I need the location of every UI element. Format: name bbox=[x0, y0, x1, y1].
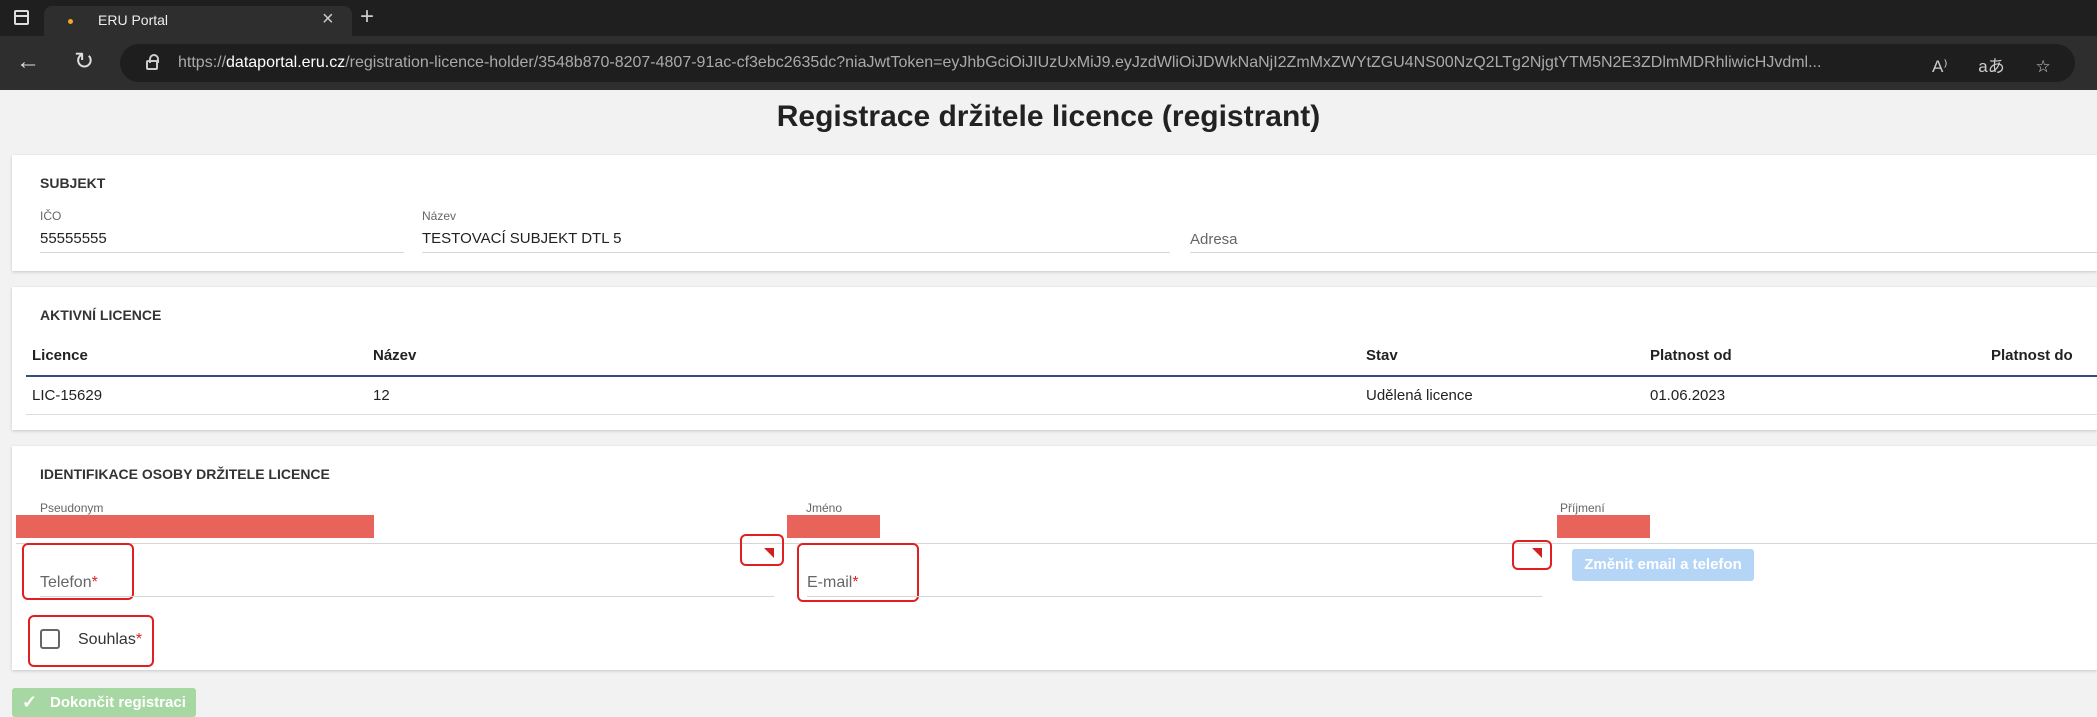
email-field[interactable]: E-mail* bbox=[807, 574, 859, 592]
phone-field[interactable]: Telefon* bbox=[40, 574, 98, 592]
subject-heading: SUBJEKT bbox=[40, 175, 106, 191]
phone-flag-icon bbox=[764, 548, 774, 558]
translate-icon[interactable]: aあ bbox=[1978, 57, 2004, 76]
back-icon[interactable]: ← bbox=[16, 50, 40, 74]
finish-registration-button[interactable]: ✓ Dokončit registraci bbox=[12, 688, 196, 717]
url-actions: A⁾ aあ ☆ bbox=[1932, 52, 2077, 77]
lock-icon[interactable] bbox=[146, 54, 159, 70]
first-name-redaction bbox=[787, 515, 880, 538]
tab-close-icon[interactable]: × bbox=[322, 9, 334, 29]
last-name-redaction bbox=[1557, 515, 1650, 538]
consent-checkbox[interactable] bbox=[40, 629, 60, 649]
phone-annotation-box bbox=[740, 534, 784, 566]
email-highlight bbox=[797, 543, 919, 602]
column-header-status[interactable]: Stav bbox=[1366, 347, 1398, 364]
check-icon: ✓ bbox=[22, 692, 38, 712]
tab-favicon-icon bbox=[68, 19, 73, 24]
phone-underline bbox=[40, 596, 774, 597]
column-header-valid-from[interactable]: Platnost od bbox=[1650, 347, 1732, 364]
finish-registration-label: Dokončit registraci bbox=[50, 694, 186, 711]
url-text[interactable]: https://dataportal.eru.cz/registration-l… bbox=[178, 54, 1821, 72]
address-underline bbox=[1190, 252, 2097, 253]
browser-tab[interactable]: ERU Portal × bbox=[44, 6, 352, 36]
licences-card: AKTIVNÍ LICENCE Licence Název Stav Platn… bbox=[12, 287, 2097, 430]
pseudonym-label: Pseudonym bbox=[40, 501, 104, 515]
address-bar: ← ↻ https://dataportal.eru.cz/registrati… bbox=[0, 36, 2097, 90]
licence-cell: LIC-15629 bbox=[32, 387, 103, 404]
pseudonym-redaction bbox=[16, 515, 374, 538]
address-label: Adresa bbox=[1190, 231, 1238, 248]
name-underline bbox=[422, 252, 1170, 253]
subject-card: SUBJEKT IČO 55555555 Název TESTOVACÍ SUB… bbox=[12, 155, 2097, 271]
identification-card: IDENTIFIKACE OSOBY DRŽITELE LICENCE bbox=[12, 446, 2097, 670]
tab-title: ERU Portal bbox=[98, 12, 169, 28]
identification-heading: IDENTIFIKACE OSOBY DRŽITELE LICENCE bbox=[40, 466, 330, 482]
column-header-name[interactable]: Název bbox=[373, 347, 416, 364]
table-row-divider bbox=[26, 414, 2097, 415]
ico-label: IČO bbox=[40, 209, 62, 223]
url-field[interactable]: https://dataportal.eru.cz/registration-l… bbox=[120, 44, 2075, 82]
names-underline bbox=[16, 543, 2097, 544]
favorites-icon[interactable]: ☆ bbox=[2035, 57, 2050, 76]
consent-label: Souhlas* bbox=[78, 631, 143, 648]
browser-tab-bar: ERU Portal × + bbox=[0, 0, 2097, 36]
ico-value: 55555555 bbox=[40, 230, 107, 247]
licence-valid-from-cell: 01.06.2023 bbox=[1650, 387, 1726, 404]
name-value: TESTOVACÍ SUBJEKT DTL 5 bbox=[422, 230, 622, 247]
name-label: Název bbox=[422, 209, 457, 223]
ico-underline bbox=[40, 252, 404, 253]
change-email-phone-button[interactable]: Změnit email a telefon bbox=[1572, 549, 1754, 581]
refresh-icon[interactable]: ↻ bbox=[74, 50, 94, 74]
tab-actions-icon[interactable] bbox=[14, 10, 29, 25]
read-aloud-icon[interactable]: A⁾ bbox=[1932, 57, 1948, 76]
licence-name-cell: 12 bbox=[373, 387, 390, 404]
email-flag-icon bbox=[1532, 548, 1542, 558]
first-name-label: Jméno bbox=[806, 501, 843, 515]
email-underline bbox=[807, 596, 1542, 597]
table-header-divider bbox=[26, 375, 2097, 377]
new-tab-icon[interactable]: + bbox=[360, 5, 374, 29]
column-header-licence[interactable]: Licence bbox=[32, 347, 88, 364]
column-header-valid-to[interactable]: Platnost do bbox=[1991, 347, 2073, 364]
licences-heading: AKTIVNÍ LICENCE bbox=[40, 307, 162, 323]
last-name-label: Příjmení bbox=[1560, 501, 1605, 515]
licence-status-cell: Udělená licence bbox=[1366, 387, 1473, 404]
page-title: Registrace držitele licence (registrant) bbox=[776, 100, 1321, 133]
